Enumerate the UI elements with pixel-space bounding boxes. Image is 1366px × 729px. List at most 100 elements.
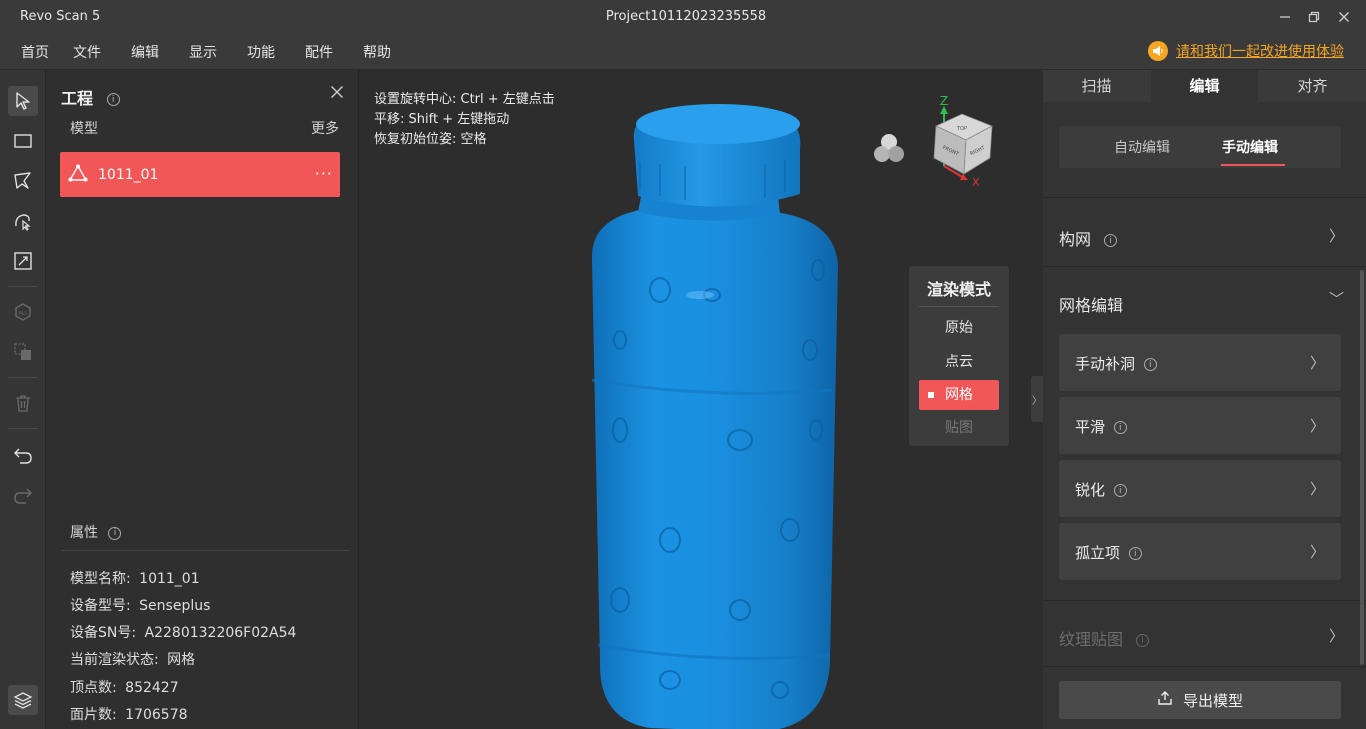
brush-select-icon[interactable] [8,206,38,236]
chevron-right-icon: 〉 [1309,543,1325,561]
mesh-model-icon [68,164,88,186]
toolbar-divider [8,286,38,287]
select-arrow-icon[interactable] [8,86,38,116]
rect-select-icon[interactable] [8,126,38,156]
render-mode-title: 渲染模式 [926,280,991,299]
mesh-color-icon[interactable] [871,132,907,170]
3d-viewport[interactable]: 设置旋转中心: Ctrl + 左键点击 平移: Shift + 左键拖动 恢复初… [360,70,1043,729]
property-label: 设备SN号: [70,625,137,641]
render-option-mesh-label: 网格 [945,387,973,403]
model-list-item[interactable]: 1011_01 ··· [60,152,340,197]
info-icon[interactable]: i [108,526,122,540]
properties-title-text: 属性 [70,525,98,541]
title-bar: Revo Scan 5 Project10112023235558 [0,0,1366,34]
axis-z-label: Z [940,94,948,108]
property-label: 设备型号: [70,598,131,614]
property-value: 1011_01 [139,571,200,587]
tool-card-isolated[interactable]: 孤立项 i 〉 [1059,523,1341,580]
info-icon[interactable]: i [1113,421,1127,434]
section-texture: 纹理贴图 i [1059,626,1150,650]
property-row: 设备型号: Senseplus [70,595,210,615]
property-row: 模型名称: 1011_01 [70,568,200,588]
toolbar-divider [8,377,38,378]
render-option-pointcloud[interactable]: 点云 [919,347,999,377]
subtab-manual-edit[interactable]: 手动编辑 [1222,137,1278,157]
properties-title: 属性 i [70,522,122,542]
model-more-icon[interactable]: ··· [315,164,333,183]
section-divider [1043,266,1366,267]
project-panel-title: 工程 i [61,85,120,109]
chevron-right-icon: 〉 [1328,627,1344,645]
info-icon[interactable]: i [1104,234,1118,247]
property-label: 模型名称: [70,571,131,587]
restore-icon[interactable] [1303,6,1325,28]
tab-edit[interactable]: 编辑 [1151,70,1258,102]
property-row: 顶点数: 852427 [70,677,179,697]
render-option-mesh[interactable]: 网格 [919,380,999,410]
isolate-select-icon [8,337,38,367]
info-icon[interactable]: i [1128,547,1142,560]
cube-top-label: TOP [956,126,967,132]
chevron-right-icon: 〉 [1309,354,1325,372]
menu-file[interactable]: 文件 [73,42,101,62]
property-row: 设备SN号: A2280132206F02A54 [70,622,296,642]
subtab-auto-edit[interactable]: 自动编辑 [1114,137,1170,157]
edit-mode-tabs: 自动编辑 手动编辑 [1059,126,1341,168]
chevron-right-icon: 〉 [1032,395,1042,407]
property-value: 网格 [167,652,196,668]
tool-card-label: 锐化 i [1075,479,1127,500]
export-model-button[interactable]: 导出模型 [1059,681,1341,719]
tab-align[interactable]: 对齐 [1259,70,1366,102]
invert-select-icon[interactable] [8,246,38,276]
tool-card-text: 手动补洞 [1075,355,1136,373]
section-mesh[interactable]: 构网 i [1059,226,1118,250]
tool-card-label: 平滑 i [1075,416,1127,437]
minimize-icon[interactable] [1274,6,1296,28]
layers-icon[interactable] [8,685,38,715]
info-icon[interactable]: i [1113,484,1127,497]
project-name: Project10112023235558 [605,9,767,24]
hint-rotate-center: 设置旋转中心: Ctrl + 左键点击 [374,92,555,107]
close-icon[interactable] [1333,6,1355,28]
render-mode-divider [919,306,999,307]
property-label: 面片数: [70,707,117,723]
menu-help[interactable]: 帮助 [363,42,391,62]
menu-accessory[interactable]: 配件 [305,42,333,62]
select-all-icon: ALL [8,297,38,327]
tool-card-smooth[interactable]: 平滑 i 〉 [1059,397,1341,454]
close-icon[interactable] [330,85,344,103]
menu-bar: 首页 文件 编辑 显示 功能 配件 帮助 请和我们一起改进使用体验 [0,34,1366,70]
feedback-link-group[interactable]: 请和我们一起改进使用体验 [1148,41,1344,61]
panel-scrollbar[interactable] [1360,270,1364,665]
delete-icon [8,388,38,418]
undo-icon[interactable] [8,440,38,470]
menu-edit[interactable]: 编辑 [131,42,159,62]
section-divider [1043,600,1366,601]
view-cube[interactable]: Z X TOP FRONT RIGHT [926,94,1000,194]
render-option-texture: 贴图 [945,420,973,436]
model-name: 1011_01 [98,166,159,183]
render-mode-panel: 渲染模式 原始 点云 网格 贴图 [909,266,1009,446]
render-option-original[interactable]: 原始 [919,313,999,343]
scanned-bottle-model[interactable] [580,100,850,729]
menu-view[interactable]: 显示 [189,42,217,62]
info-icon[interactable]: i [1143,358,1157,371]
project-panel: 工程 i 模型 更多 1011_01 ··· 属性 i 模型名称: 1011_0… [46,70,359,729]
speaker-icon [1148,41,1168,61]
tool-card-label: 手动补洞 i [1075,353,1157,374]
section-mesh-edit[interactable]: 网格编辑 [1059,292,1123,316]
menu-home[interactable]: 首页 [21,42,49,62]
feedback-link[interactable]: 请和我们一起改进使用体验 [1176,41,1344,61]
lasso-select-icon[interactable] [8,166,38,196]
chevron-right-icon[interactable]: 〉 [1329,225,1344,246]
tool-card-sharpen[interactable]: 锐化 i 〉 [1059,460,1341,517]
panel-tabs: 扫描 编辑 对齐 [1043,70,1366,102]
more-button[interactable]: 更多 [311,118,339,138]
menu-function[interactable]: 功能 [247,42,275,62]
tool-card-manual-fill[interactable]: 手动补洞 i 〉 [1059,334,1341,391]
info-icon[interactable]: i [106,93,120,106]
chevron-down-icon[interactable]: 〉 [1326,291,1347,306]
selected-indicator-icon [928,392,934,398]
collapse-panel-handle[interactable]: 〉 [1031,376,1043,422]
tab-scan[interactable]: 扫描 [1043,70,1150,102]
